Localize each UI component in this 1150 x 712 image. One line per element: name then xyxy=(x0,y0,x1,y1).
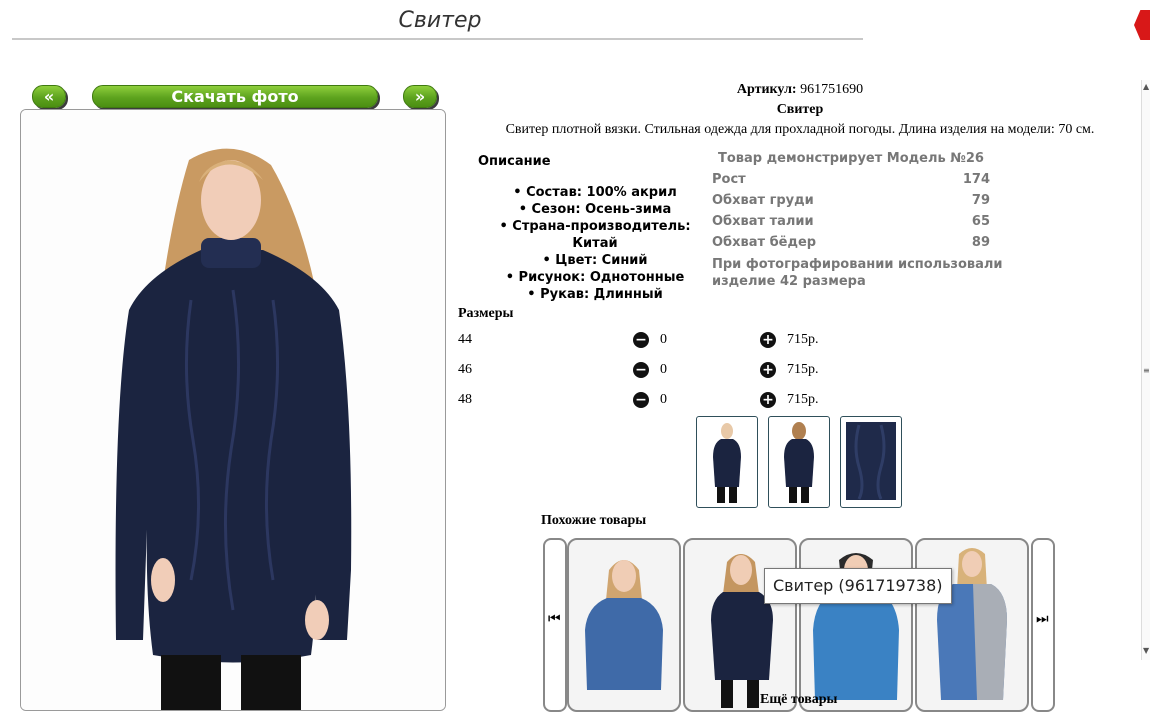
description-item: • Цвет: Синий xyxy=(542,253,648,268)
model-row-label: Обхват талии xyxy=(712,214,814,229)
size-value: 46 xyxy=(458,362,472,377)
model-row-value: 79 xyxy=(971,193,990,208)
quantity-value: 0 xyxy=(660,392,667,407)
skip-forward-icon: ⏭ xyxy=(1036,611,1049,627)
model-row-value: 65 xyxy=(971,214,990,229)
minus-circle-icon[interactable]: − xyxy=(633,362,649,378)
model-row-value: 89 xyxy=(971,235,990,250)
download-photo-button[interactable]: Скачать фото xyxy=(92,85,378,108)
similar-product-card[interactable] xyxy=(683,538,797,712)
similar-heading: Похожие товары xyxy=(541,513,647,528)
more-products-link[interactable]: Ещё товары xyxy=(760,692,838,708)
model-row-label: Обхват груди xyxy=(712,193,814,208)
quantity-value: 0 xyxy=(660,332,667,347)
size-row: 46 − 0 + 715р. xyxy=(458,360,838,380)
title-divider xyxy=(12,38,863,40)
photo-thumbnail-front[interactable] xyxy=(696,416,758,508)
description-item: • Рисунок: Однотонные xyxy=(505,270,685,285)
next-photo-button[interactable]: » xyxy=(403,85,437,108)
scrollbar[interactable]: ▲ ≡ ▼ xyxy=(1141,80,1150,660)
sizes-heading: Размеры xyxy=(458,306,514,321)
minus-circle-icon[interactable]: − xyxy=(633,392,649,408)
size-row: 44 − 0 + 715р. xyxy=(458,330,838,350)
carousel-prev-button[interactable]: ⏮ xyxy=(543,538,567,712)
size-value: 48 xyxy=(458,392,472,407)
photo-thumbnail-detail[interactable] xyxy=(840,416,902,508)
carousel-next-button[interactable]: ⏭ xyxy=(1031,538,1055,712)
product-name: Свитер xyxy=(776,102,824,117)
description-list: • Состав: 100% акрил • Сезон: Осень-зима… xyxy=(478,184,712,303)
scroll-down-icon[interactable]: ▼ xyxy=(1143,646,1149,655)
description-item: • Сезон: Осень-зима xyxy=(518,202,672,217)
model-row-value: 174 xyxy=(962,172,990,187)
plus-circle-icon[interactable]: + xyxy=(760,332,776,348)
price-value: 715р. xyxy=(787,362,819,377)
size-row: 48 − 0 + 715р. xyxy=(458,390,838,410)
model-row-waist: Обхват талии 65 xyxy=(712,214,990,229)
model-row-height: Рост 174 xyxy=(712,172,990,187)
price-value: 715р. xyxy=(787,332,819,347)
product-tooltip: Свитер (961719738) xyxy=(764,568,952,604)
plus-circle-icon[interactable]: + xyxy=(760,362,776,378)
plus-circle-icon[interactable]: + xyxy=(760,392,776,408)
similar-product-card[interactable] xyxy=(799,538,913,712)
prev-photo-button[interactable]: « xyxy=(32,85,66,108)
scroll-thumb[interactable]: ≡ xyxy=(1143,366,1150,375)
similar-product-card[interactable] xyxy=(915,538,1029,712)
model-note: При фотографировании использовали издели… xyxy=(712,257,1003,289)
article-value: 961751690 xyxy=(800,82,864,97)
article-line: Артикул: 961751690 xyxy=(700,82,900,98)
minus-circle-icon[interactable]: − xyxy=(633,332,649,348)
product-summary: Свитер плотной вязки. Стильная одежда дл… xyxy=(505,122,1095,137)
description-item: • Рукав: Длинный xyxy=(527,287,663,302)
description-heading: Описание xyxy=(478,154,551,169)
article-label: Артикул: xyxy=(736,82,797,97)
page-title: Свитер xyxy=(398,8,482,33)
quantity-value: 0 xyxy=(660,362,667,377)
model-row-label: Рост xyxy=(712,172,746,187)
main-product-photo xyxy=(20,109,446,711)
model-row-hips: Обхват бёдер 89 xyxy=(712,235,990,250)
close-icon[interactable] xyxy=(1134,10,1150,40)
similar-product-card[interactable] xyxy=(567,538,681,712)
price-value: 715р. xyxy=(787,392,819,407)
model-title: Товар демонстрирует Модель №26 xyxy=(718,151,984,166)
model-row-chest: Обхват груди 79 xyxy=(712,193,990,208)
size-value: 44 xyxy=(458,332,472,347)
model-row-label: Обхват бёдер xyxy=(712,235,817,250)
photo-thumbnail-back[interactable] xyxy=(768,416,830,508)
skip-back-icon: ⏮ xyxy=(548,611,561,627)
description-item: • Страна-производитель: Китай xyxy=(499,219,691,251)
scroll-up-icon[interactable]: ▲ xyxy=(1143,82,1149,91)
description-item: • Состав: 100% акрил xyxy=(513,185,677,200)
